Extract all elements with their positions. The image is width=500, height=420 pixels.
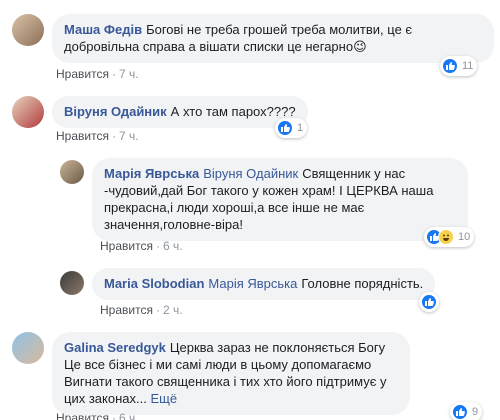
avatar[interactable] [12,96,44,128]
comment-author[interactable]: Maria Slobodian [104,276,204,291]
comment-actions: Нравится · 7 ч. [56,129,139,143]
reply: Марія Яврська Вiруня Одайник Священник у н… [60,158,468,241]
avatar[interactable] [60,160,84,184]
see-more-link[interactable]: Ещё [150,391,177,406]
comment-author[interactable]: Марія Яврська [104,166,199,181]
mention-link[interactable]: Вiруня Одайник [203,166,298,181]
reaction-count: 10 [458,231,471,243]
comment-time[interactable]: 7 ч. [119,67,139,81]
like-button[interactable]: Нравится [56,67,109,81]
comment-bubble: Maria Slobodian Марія Яврська Головне поря… [92,268,436,300]
mention-link[interactable]: Марія Яврська [208,276,297,291]
comment-time[interactable]: 7 ч. [119,129,139,143]
like-button[interactable]: Нравится [56,129,109,143]
comment-time[interactable]: 2 ч. [163,303,183,317]
reaction-count: 1 [297,122,304,134]
comment-text: Головне порядність. [301,276,424,291]
avatar[interactable] [60,271,84,295]
comment: Вiруня Одайник А хто там парох???? [12,96,308,128]
reaction-summary[interactable] [419,292,439,312]
like-icon [421,294,437,310]
reaction-summary[interactable]: 10 [424,227,475,247]
comment-actions: Нравится · 2 ч. [100,303,183,317]
reaction-summary[interactable]: 11 [440,56,478,76]
like-icon [442,58,458,74]
comment-text: А хто там парох???? [170,104,296,119]
comment-author[interactable]: Galina Seredgyk [64,340,166,355]
reaction-count: 9 [472,406,479,418]
comment-actions: Нравится · 6 ч. [100,239,183,253]
reply: Maria Slobodian Марія Яврська Головне поря… [60,268,436,300]
comment-actions: Нравится · 6 ч. [56,410,139,420]
comment-bubble: Galina Seredgyk Церква зараз не поклоняєт… [52,332,410,415]
comment-author[interactable]: Вiруня Одайник [64,104,167,119]
comment-bubble: Маша Федів Богові не треба грошей треба м… [52,14,494,63]
comment-actions: Нравится · 7 ч. [56,67,139,81]
comment-time[interactable]: 6 ч. [119,411,139,420]
reaction-summary[interactable]: 9 [450,402,483,420]
like-icon [452,404,468,420]
comment: Маша Федів Богові не треба грошей треба м… [12,14,494,63]
comment-bubble: Вiруня Одайник А хто там парох???? [52,96,308,128]
haha-icon [438,229,454,245]
comment: Galina Seredgyk Церква зараз не поклоняєт… [12,332,410,415]
comment-bubble: Марія Яврська Вiруня Одайник Священник у н… [92,158,468,241]
reaction-count: 11 [462,60,474,72]
comment-time[interactable]: 6 ч. [163,239,183,253]
reaction-summary[interactable]: 1 [275,118,308,138]
like-button[interactable]: Нравится [100,239,153,253]
avatar[interactable] [12,332,44,364]
avatar[interactable] [12,14,44,46]
comment-author[interactable]: Маша Федів [64,22,142,37]
like-button[interactable]: Нравится [56,411,109,420]
like-button[interactable]: Нравится [100,303,153,317]
like-icon [277,120,293,136]
